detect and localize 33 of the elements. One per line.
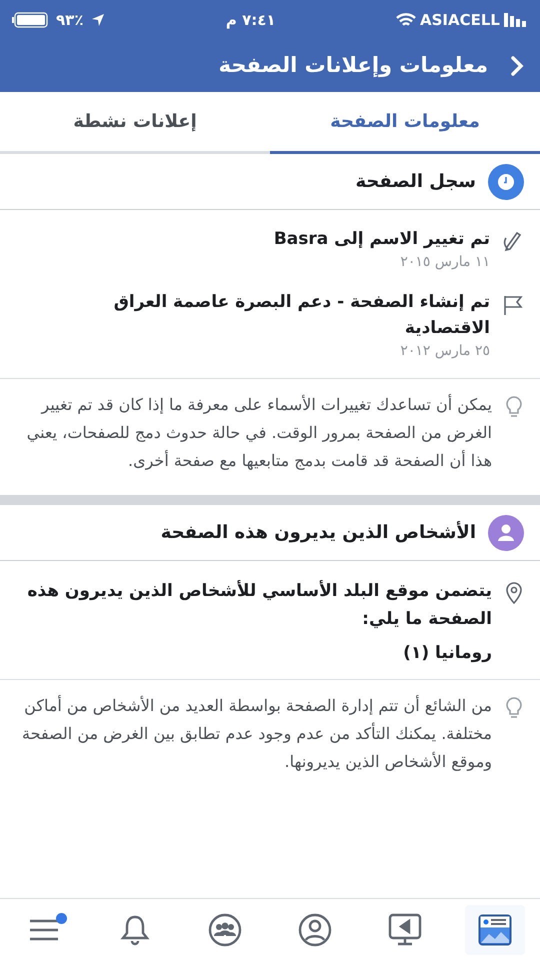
event-text: تم إنشاء الصفحة - دعم البصرة عاصمة العراق الاقتصادية [112, 291, 490, 340]
tip-text: يمكن أن تساعدك تغييرات الأسماء على معرفة ما إذا كان قد تم تغيير الغرض من الصفحة بمرور الوقت. في حالة حدوث دمج للصفحات، يعني هذا أن الصفحة قد قامت بدمج متابعيها مع صفحة أخرى. [26, 393, 492, 472]
profile-icon [298, 912, 332, 946]
wifi-icon [396, 12, 416, 28]
pencil-icon [502, 230, 524, 252]
header-title: معلومات وإعلانات الصفحة [218, 52, 488, 80]
section-title: سجل الصفحة [355, 170, 476, 194]
clock-icon [488, 164, 524, 200]
location-text: يتضمن موقع البلد الأساسي للأشخاص الذين يديرون هذه الصفحة ما يلي: [26, 579, 492, 631]
location-pin-icon [504, 581, 524, 605]
person-icon [488, 514, 524, 550]
flag-icon [502, 293, 524, 317]
event-date: ١١ مارس ٢٠١٥ [399, 253, 490, 272]
lightbulb-icon [504, 395, 524, 419]
groups-icon [208, 912, 242, 946]
battery-percentage: ٪٩٣ [56, 10, 84, 31]
tab[interactable]: إعلانات نشطة [0, 92, 270, 151]
lightbulb-icon [504, 696, 524, 720]
tab[interactable]: معلومات الصفحة [270, 92, 540, 154]
signal-icon [504, 13, 528, 27]
news-feed-icon [478, 914, 512, 946]
nav-tab[interactable] [465, 904, 525, 954]
event-date: ٢٥ مارس ٢٠١٢ [399, 342, 490, 361]
status-time: ٧:٤١ م [226, 10, 276, 31]
section-title: الأشخاص الذين يديرون هذه الصفحة [160, 520, 476, 545]
location-arrow-icon [91, 13, 106, 27]
carrier-name: ASIACELL [420, 10, 500, 31]
battery-icon [12, 12, 48, 28]
video-icon [388, 912, 422, 946]
back-chevron-icon [510, 55, 524, 77]
country-count: رومانيا (١) [402, 642, 492, 665]
event-text: تم تغيير الاسم إلى Basra [274, 228, 490, 251]
tip-text: من الشائع أن تتم إدارة الصفحة بواسطة العديد من الأشخاص من أماكن مختلفة. يمكنك التأكد من عدم وجود عدم تطابق بين الغرض من الصفحة وموقع الأشخاص الذين يديرونها. [21, 694, 492, 773]
